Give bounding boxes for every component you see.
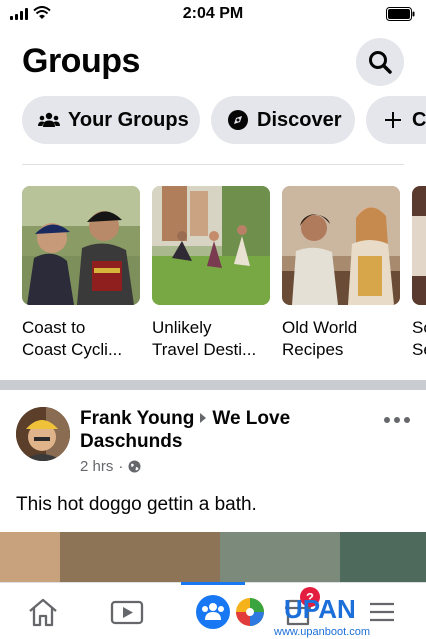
group-card-image: [412, 186, 426, 305]
discover-pill[interactable]: Discover: [211, 96, 355, 144]
group-card-image: [22, 186, 140, 305]
divider: [22, 164, 404, 165]
create-label: C: [412, 108, 426, 131]
page-title: Groups: [22, 42, 140, 80]
group-card-title: Se: [412, 340, 426, 359]
video-icon: [110, 600, 144, 624]
post-text: This hot doggo gettin a bath.: [16, 494, 257, 515]
menu-icon: [370, 602, 394, 621]
group-card-title: Recipes: [282, 340, 344, 359]
tab-marketplace[interactable]: ?: [268, 583, 328, 639]
group-card[interactable]: Unlikely Travel Desti...: [152, 186, 270, 361]
discover-label: Discover: [257, 108, 342, 131]
tab-home[interactable]: [13, 583, 73, 639]
group-cards: Coast to Coast Cycli... Unlikely Travel …: [22, 186, 426, 366]
globe-icon: [128, 460, 141, 473]
status-bar: 2:04 PM: [0, 0, 426, 30]
post-time[interactable]: 2 hrs: [80, 458, 113, 475]
tab-video[interactable]: [97, 583, 157, 639]
group-card[interactable]: Old World Recipes: [282, 186, 400, 361]
home-icon: [29, 598, 57, 626]
group-card-image: [282, 186, 400, 305]
avatar[interactable]: [16, 407, 70, 461]
group-card-image: [152, 186, 270, 305]
bottom-tab-bar: ?: [0, 582, 426, 639]
tab-menu[interactable]: [352, 583, 412, 639]
your-groups-label: Your Groups: [68, 108, 189, 131]
compass-icon: [227, 109, 249, 131]
section-separator: [0, 380, 426, 390]
group-card-title: Unlikely: [152, 318, 212, 337]
group-card-title: Coast to: [22, 318, 86, 337]
post-header: Frank Young We Love Daschunds: [80, 407, 380, 453]
battery-icon: [386, 7, 415, 21]
group-card[interactable]: So Se: [412, 186, 426, 361]
more-options-icon[interactable]: [384, 414, 410, 426]
people-icon: [38, 109, 60, 131]
group-card-title: Coast Cycli...: [22, 340, 123, 359]
separator-dot: ·: [118, 458, 124, 475]
your-groups-pill[interactable]: Your Groups: [22, 96, 200, 144]
groups-icon: [196, 594, 230, 629]
group-card-title: So: [412, 318, 426, 337]
post-photo[interactable]: [0, 532, 426, 582]
post-meta: 2 hrs ·: [80, 458, 141, 475]
notification-badge: ?: [300, 587, 320, 607]
search-icon: [369, 51, 392, 74]
filter-pills: Your Groups Discover C: [22, 96, 426, 144]
caret-right-icon: [200, 412, 207, 423]
status-time: 2:04 PM: [182, 5, 244, 22]
search-button[interactable]: [356, 38, 404, 86]
group-card-title: Old World: [282, 318, 358, 337]
group-card[interactable]: Coast to Coast Cycli...: [22, 186, 140, 361]
plus-icon: [382, 109, 404, 131]
group-card-title: Travel Desti...: [152, 340, 257, 359]
post-author[interactable]: Frank Young: [80, 408, 194, 429]
tab-groups[interactable]: [183, 583, 243, 639]
create-pill[interactable]: C: [366, 96, 426, 144]
